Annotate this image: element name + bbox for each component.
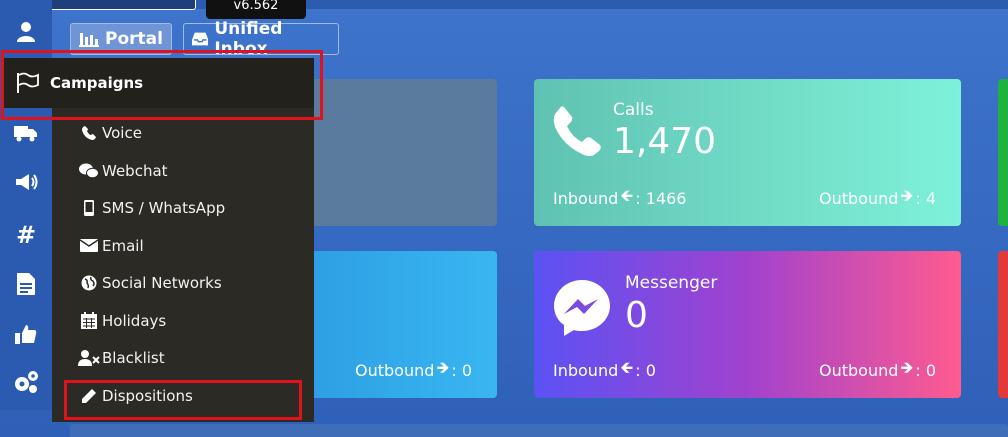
menu-item-email[interactable]: Email — [52, 227, 314, 264]
hashtag-icon[interactable]: # — [12, 221, 40, 249]
menu-item-label: Blacklist — [102, 348, 165, 367]
menu-item-holidays[interactable]: Holidays — [52, 302, 314, 339]
arrow-right-icon: 🡺 — [900, 186, 914, 205]
document-icon[interactable] — [12, 270, 40, 298]
calendar-icon — [76, 312, 102, 329]
messenger-card: Messenger 0 Inbound 🡸 : 0 Outbound 🡺 : 0 — [534, 251, 961, 398]
outbound-label: Outbound — [355, 361, 435, 380]
campaigns-label: Campaigns — [50, 74, 144, 92]
arrow-left-icon: 🡸 — [620, 186, 634, 205]
wechat-icon — [76, 163, 102, 179]
outbound-value: : 4 — [915, 189, 937, 208]
outbound-label: Outbound — [819, 361, 899, 380]
stats-card-edge-green — [998, 79, 1008, 226]
menu-item-label: Webchat — [102, 161, 168, 180]
arrow-right-icon: 🡺 — [900, 358, 914, 377]
portal-label: Portal — [105, 29, 163, 49]
menu-item-label: SMS / WhatsApp — [102, 198, 226, 217]
globe-icon — [76, 275, 102, 291]
messenger-value: 0 — [625, 295, 648, 336]
mobile-icon — [76, 199, 102, 216]
menu-item-label: Social Networks — [102, 273, 222, 292]
menu-item-label: Holidays — [102, 311, 167, 330]
left-bottom-outbound: Outbound 🡺 : 0 — [355, 357, 472, 384]
menu-item-voice[interactable]: Voice — [52, 114, 314, 151]
menu-item-label: Email — [102, 236, 144, 255]
thumbs-up-icon[interactable] — [12, 320, 40, 348]
inbound-label: Inbound — [553, 189, 619, 208]
unified-inbox-label: Unified Inbox — [214, 19, 283, 59]
menu-item-label: Dispositions — [102, 386, 193, 405]
menu-item-dispositions[interactable]: Dispositions — [52, 377, 314, 414]
menu-item-label: Voice — [102, 123, 142, 142]
outbound-value: : 0 — [451, 361, 473, 380]
menu-item-blacklist[interactable]: Blacklist — [52, 339, 314, 376]
flag-icon — [16, 72, 40, 94]
unified-inbox-tab[interactable]: Unified Inbox — [183, 19, 339, 59]
bar-chart-icon — [79, 33, 99, 47]
inbound-value: : 0 — [635, 361, 656, 380]
campaigns-menu-header[interactable]: Campaigns — [4, 58, 314, 108]
menu-item-social-networks[interactable]: Social Networks — [52, 264, 314, 301]
inbound-value: : 1466 — [635, 189, 687, 208]
calls-card: Calls 1,470 Inbound 🡸 : 1466 Outbound 🡺 … — [534, 79, 961, 226]
calls-value: 1,470 — [613, 121, 717, 162]
portal-tab[interactable]: Portal — [70, 23, 172, 55]
phone-icon — [552, 105, 602, 161]
calls-inbound: Inbound 🡸 : 1466 — [553, 185, 686, 212]
messenger-inbound: Inbound 🡸 : 0 — [553, 357, 656, 384]
outbound-label: Outbound — [819, 189, 899, 208]
envelope-icon — [76, 239, 102, 252]
calls-outbound: Outbound 🡺 : 4 — [819, 185, 936, 212]
stats-card-1 — [300, 79, 497, 226]
messenger-icon — [552, 278, 612, 342]
menu-item-sms-whatsapp[interactable]: SMS / WhatsApp — [52, 189, 314, 226]
truck-icon[interactable] — [12, 119, 40, 147]
messenger-title: Messenger — [625, 273, 718, 293]
outbound-value: : 0 — [915, 361, 937, 380]
gears-icon[interactable] — [12, 368, 40, 396]
version-badge: v6.562 — [206, 0, 306, 19]
user-icon[interactable] — [12, 18, 40, 46]
inbound-label: Inbound — [553, 361, 619, 380]
stats-card-3: Outbound 🡺 : 0 — [300, 251, 497, 398]
phone-icon — [76, 125, 102, 140]
messenger-outbound: Outbound 🡺 : 0 — [819, 357, 936, 384]
menu-item-webchat[interactable]: Webchat — [52, 152, 314, 189]
inbox-icon — [192, 32, 209, 46]
calls-title: Calls — [613, 100, 654, 120]
user-times-icon — [76, 349, 102, 366]
arrow-left-icon: 🡸 — [620, 358, 634, 377]
arrow-right-icon: 🡺 — [436, 358, 450, 377]
pencil-icon — [76, 388, 102, 404]
bottom-panel — [70, 424, 1008, 437]
bullhorn-icon[interactable] — [12, 168, 40, 196]
stats-card-edge-red — [998, 251, 1008, 398]
